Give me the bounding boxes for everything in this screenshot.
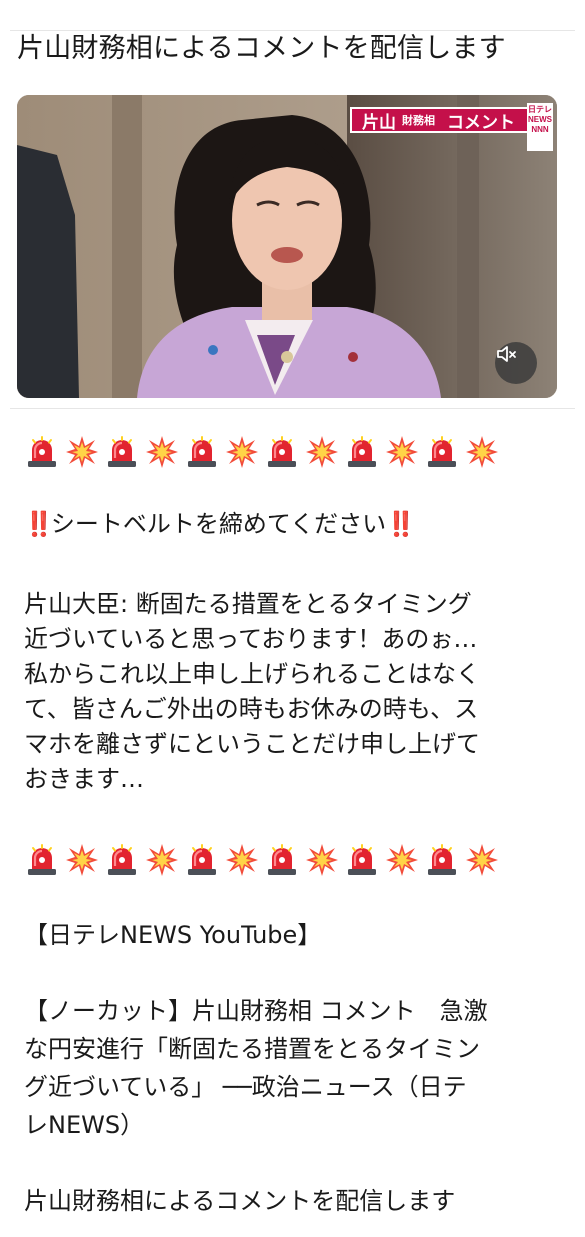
police-light-icon bbox=[424, 434, 464, 474]
logo-line1: 日テレ bbox=[528, 105, 552, 114]
quote-line: マホを離さずにということだけ申し上げて bbox=[24, 730, 480, 758]
police-light-icon bbox=[24, 842, 64, 882]
emoji-row bbox=[24, 842, 504, 882]
collision-icon bbox=[64, 434, 104, 474]
police-light-icon bbox=[184, 434, 224, 474]
quote-line: て、皆さんご外出の時もお休みの時も、ス bbox=[24, 695, 479, 723]
speaker-muted-icon bbox=[497, 346, 516, 362]
collision-icon bbox=[464, 434, 504, 474]
quote-line: 私からこれ以上申し上げられることはなく bbox=[24, 660, 480, 688]
collision-icon bbox=[304, 842, 344, 882]
video-title-line: レNEWS） bbox=[24, 1111, 145, 1139]
seatbelt-line: ‼️シートベルトを締めてください‼️ bbox=[24, 507, 416, 542]
collision-icon bbox=[464, 842, 504, 882]
police-light-icon bbox=[104, 434, 144, 474]
caption-role: 財務相 bbox=[402, 115, 435, 127]
news-caption-bar: 片山 財務相 コメント bbox=[350, 107, 536, 133]
video-bottom-divider bbox=[10, 408, 575, 409]
police-light-icon bbox=[24, 434, 64, 474]
collision-icon bbox=[144, 434, 184, 474]
logo-line3: NNN bbox=[531, 125, 549, 134]
collision-icon bbox=[304, 434, 344, 474]
police-light-icon bbox=[344, 842, 384, 882]
quote-line: 近づいていると思っております！あのぉ… bbox=[24, 625, 478, 653]
collision-icon bbox=[384, 842, 424, 882]
video-frame-image bbox=[17, 95, 557, 398]
police-light-icon bbox=[344, 434, 384, 474]
collision-icon bbox=[224, 842, 264, 882]
police-light-icon bbox=[424, 842, 464, 882]
footer-text: 片山財務相によるコメントを配信します bbox=[24, 1187, 456, 1215]
video-player[interactable]: 片山 財務相 コメント 日テレ NEWS NNN bbox=[17, 95, 557, 398]
collision-icon bbox=[224, 434, 264, 474]
caption-word: コメント bbox=[447, 112, 515, 132]
video-title-line: な円安進行「断固たる措置をとるタイミン bbox=[24, 1035, 480, 1063]
video-title-block[interactable]: 【ノーカット】片山財務相 コメント 急激 な円安進行「断固たる措置をとるタイミン… bbox=[24, 992, 488, 1144]
police-light-icon bbox=[264, 842, 304, 882]
ntv-news-logo: 日テレ NEWS NNN bbox=[527, 103, 553, 151]
double-exclamation-icon: ‼️ bbox=[24, 510, 54, 538]
collision-icon bbox=[64, 842, 104, 882]
collision-icon bbox=[144, 842, 184, 882]
police-light-icon bbox=[264, 434, 304, 474]
quote-block: 片山大臣: 断固たる措置をとるタイミング 近づいていると思っております！あのぉ…… bbox=[24, 587, 480, 797]
mute-button[interactable] bbox=[495, 342, 537, 384]
video-title-line: 【ノーカット】片山財務相 コメント 急激 bbox=[24, 997, 488, 1025]
collision-icon bbox=[384, 434, 424, 474]
logo-line2: NEWS bbox=[528, 115, 552, 124]
caption-name: 片山 bbox=[362, 112, 396, 132]
police-light-icon bbox=[104, 842, 144, 882]
double-exclamation-icon: ‼️ bbox=[386, 510, 416, 538]
quote-line: 片山大臣: 断固たる措置をとるタイミング bbox=[24, 590, 472, 618]
police-light-icon bbox=[184, 842, 224, 882]
video-title-line: グ近づいている」 ──政治ニュース（日テ bbox=[24, 1073, 467, 1101]
emoji-row bbox=[24, 434, 504, 474]
top-divider bbox=[10, 30, 575, 31]
source-label: 【日テレNEWS YouTube】 bbox=[24, 921, 322, 949]
seatbelt-text: シートベルトを締めてください bbox=[50, 510, 387, 538]
quote-line: おきます… bbox=[24, 765, 144, 793]
post-headline: 片山財務相によるコメントを配信します bbox=[17, 33, 506, 64]
